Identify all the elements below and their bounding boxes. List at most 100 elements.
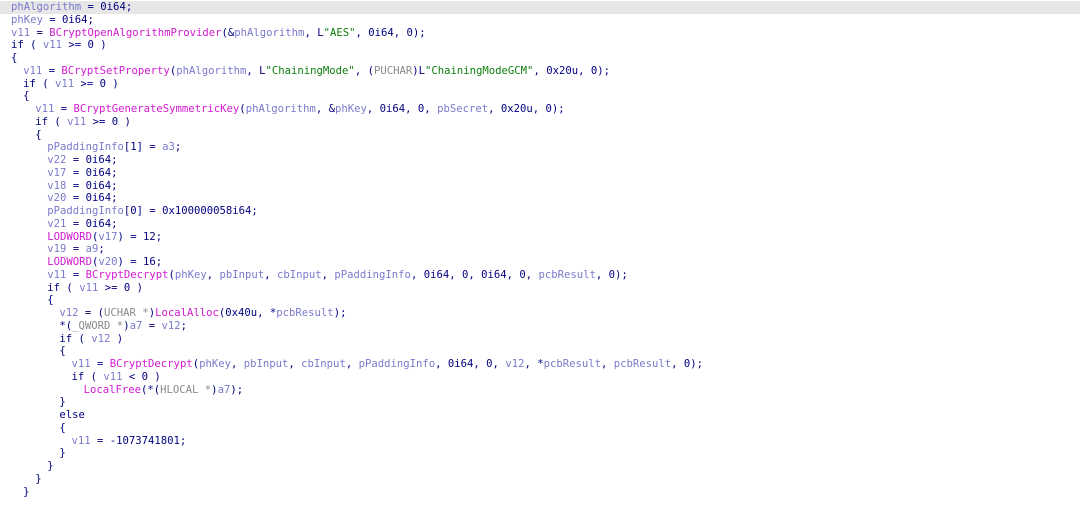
code-token: >= 0 ): [86, 115, 131, 128]
code-token: )L: [412, 64, 425, 77]
code-line[interactable]: }: [0, 486, 1080, 499]
code-token: ) = 16;: [117, 256, 163, 268]
code-token: =: [66, 243, 86, 256]
code-token: phAlgorithm: [176, 64, 247, 77]
code-line[interactable]: {: [0, 422, 1080, 435]
code-token: BCryptDecrypt: [109, 358, 193, 370]
code-line[interactable]: {: [0, 129, 1080, 142]
code-token: ,: [321, 268, 335, 281]
code-token: v11: [23, 64, 43, 77]
code-line[interactable]: v17 = 0i64;: [0, 167, 1080, 180]
code-token: LODWORD: [47, 230, 92, 243]
code-token: v18: [47, 179, 67, 192]
code-line[interactable]: if ( v11 >= 0 ): [0, 116, 1080, 129]
code-token: v11: [11, 26, 31, 39]
code-token: , 0i64, 0,: [366, 103, 438, 115]
code-line[interactable]: v11 = -1073741801;: [0, 435, 1080, 448]
code-line[interactable]: v11 = BCryptOpenAlgorithmProvider(&phAlg…: [0, 27, 1080, 40]
code-line[interactable]: {: [0, 345, 1080, 358]
code-token: = 0i64;: [66, 192, 118, 205]
code-token: , 0x20u, 0);: [533, 64, 610, 77]
code-line[interactable]: *(_QWORD *)a7 = v12;: [0, 320, 1080, 333]
code-token: (*(: [141, 383, 161, 396]
code-line[interactable]: v19 = a9;: [0, 243, 1080, 256]
code-token: );: [333, 307, 347, 319]
code-line[interactable]: v22 = 0i64;: [0, 154, 1080, 167]
code-token: v11: [35, 103, 55, 115]
code-line[interactable]: v11 = BCryptGenerateSymmetricKey(phAlgor…: [0, 103, 1080, 116]
code-token: ;: [174, 141, 182, 154]
code-token: cbInput: [301, 358, 346, 370]
code-line[interactable]: v18 = 0i64;: [0, 180, 1080, 193]
code-token: pPaddingInfo: [334, 268, 411, 281]
code-token: pbInput: [243, 358, 289, 370]
code-line[interactable]: if ( v12 ): [0, 333, 1080, 346]
code-line[interactable]: }: [0, 447, 1080, 460]
code-line[interactable]: LODWORD(v17) = 12;: [0, 231, 1080, 244]
code-token: {: [11, 52, 18, 64]
code-token: v22: [47, 154, 67, 166]
code-line[interactable]: v11 = BCryptDecrypt(phKey, pbInput, cbIn…: [0, 358, 1080, 371]
code-token: v19: [47, 243, 67, 256]
code-line[interactable]: {: [0, 90, 1080, 103]
code-token: LocalAlloc: [155, 307, 219, 319]
code-token: a7: [129, 319, 143, 332]
code-token: =: [142, 319, 162, 332]
code-token: = 0i64;: [66, 166, 118, 179]
code-token: =: [66, 268, 86, 281]
code-line[interactable]: v12 = (UCHAR *)LocalAlloc(0x40u, *pcbRes…: [0, 307, 1080, 320]
code-line[interactable]: v21 = 0i64;: [0, 218, 1080, 231]
code-line[interactable]: {: [0, 52, 1080, 65]
code-token: ,: [230, 358, 244, 370]
code-token: LocalFree: [83, 383, 141, 396]
code-line[interactable]: }: [0, 473, 1080, 486]
code-token: ): [110, 332, 124, 345]
code-line[interactable]: if ( v11 >= 0 ): [0, 282, 1080, 295]
code-line[interactable]: }: [0, 396, 1080, 409]
code-token: *(: [59, 319, 73, 332]
code-token: pcbResult: [538, 268, 596, 281]
code-token: v11: [47, 268, 67, 281]
pseudocode-view[interactable]: phAlgorithm = 0i64; phKey = 0i64; v11 = BC…: [0, 0, 1080, 510]
code-token: pbInput: [219, 268, 265, 281]
code-line[interactable]: LODWORD(v20) = 16;: [0, 256, 1080, 269]
code-token: BCryptGenerateSymmetricKey: [73, 103, 240, 115]
code-token: "ChainingMode": [265, 64, 355, 77]
code-token: cbInput: [276, 268, 322, 281]
code-line[interactable]: phAlgorithm = 0i64;: [0, 1, 1080, 14]
code-token: if (: [35, 115, 68, 128]
code-token: {: [59, 345, 66, 358]
code-token: phAlgorithm: [245, 103, 316, 115]
code-token: = 0i64;: [81, 1, 133, 13]
code-token: a9: [85, 243, 99, 256]
code-token: ;: [180, 319, 188, 332]
code-token: = 0i64;: [66, 179, 118, 192]
code-line[interactable]: }: [0, 460, 1080, 473]
code-token: pPaddingInfo: [47, 141, 124, 154]
code-line[interactable]: if ( v11 >= 0 ): [0, 39, 1080, 52]
code-token: , &: [315, 103, 335, 115]
code-token: if (: [11, 39, 43, 52]
code-line[interactable]: phKey = 0i64;: [0, 14, 1080, 27]
code-token: {: [47, 294, 54, 307]
code-line[interactable]: {: [0, 294, 1080, 307]
code-token: =: [30, 26, 50, 39]
code-token: v17: [98, 230, 118, 243]
code-line[interactable]: v20 = 0i64;: [0, 192, 1080, 205]
code-token: if (: [23, 77, 55, 90]
code-line[interactable]: LocalFree(*(HLOCAL *)a7);: [0, 384, 1080, 397]
code-token: , 0x20u, 0);: [488, 103, 565, 115]
code-line[interactable]: else: [0, 409, 1080, 422]
code-token: v12: [59, 307, 79, 319]
code-token: v20: [47, 192, 67, 205]
code-line[interactable]: if ( v11 >= 0 ): [0, 78, 1080, 91]
code-token: a3: [162, 141, 175, 154]
code-line[interactable]: v11 = BCryptDecrypt(phKey, pbInput, cbIn…: [0, 269, 1080, 282]
code-line[interactable]: if ( v11 < 0 ): [0, 371, 1080, 384]
code-token: v11: [54, 77, 75, 90]
code-line[interactable]: pPaddingInfo[0] = 0x100000058i64;: [0, 205, 1080, 218]
code-token: v11: [67, 115, 87, 128]
code-line[interactable]: pPaddingInfo[1] = a3;: [0, 141, 1080, 154]
code-token: , 0);: [595, 268, 628, 281]
code-line[interactable]: v11 = BCryptSetProperty(phAlgorithm, L"C…: [0, 65, 1080, 78]
